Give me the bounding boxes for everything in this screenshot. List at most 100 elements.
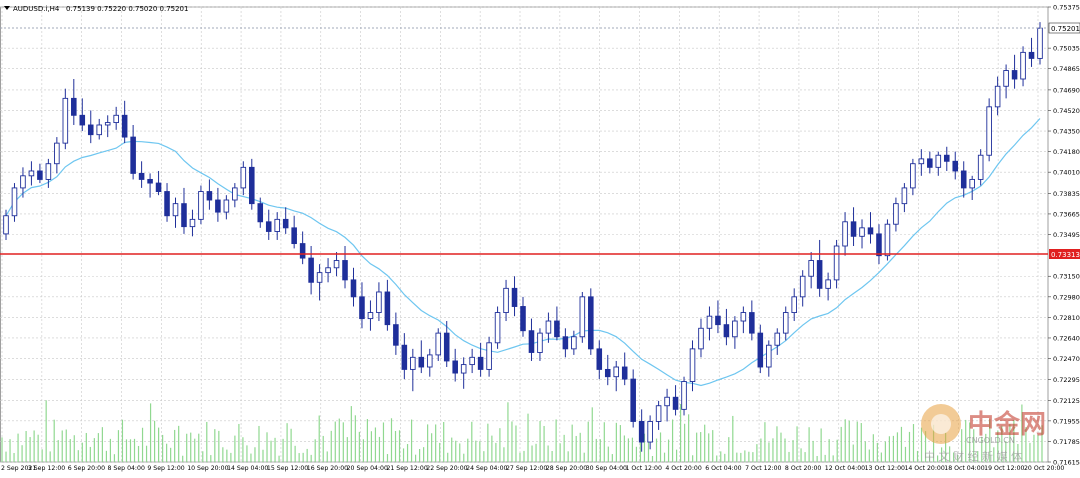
candle-body[interactable] — [952, 160, 959, 172]
candle-body[interactable] — [113, 114, 119, 124]
candle-body[interactable] — [206, 191, 213, 201]
candle-body[interactable] — [977, 154, 984, 180]
candle-body[interactable] — [723, 324, 730, 338]
candle-body[interactable] — [554, 320, 560, 338]
candle-body[interactable] — [791, 296, 797, 314]
candle-body[interactable] — [918, 158, 925, 165]
candle-body[interactable] — [732, 320, 738, 338]
candle-body[interactable] — [410, 356, 416, 370]
candle-body[interactable] — [401, 344, 408, 370]
candle-body[interactable] — [79, 114, 86, 126]
candle-body[interactable] — [418, 356, 425, 368]
candle-body[interactable] — [503, 287, 509, 314]
candle-body[interactable] — [333, 260, 340, 269]
candle-body[interactable] — [393, 324, 399, 346]
candle-body[interactable] — [87, 124, 94, 136]
candle-body[interactable] — [28, 170, 35, 177]
candle-body[interactable] — [460, 364, 467, 374]
candle-body[interactable] — [3, 215, 9, 235]
candle-body[interactable] — [181, 203, 187, 228]
candle-body[interactable] — [621, 366, 628, 380]
candle-body[interactable] — [291, 227, 297, 245]
candle-body[interactable] — [596, 348, 603, 370]
candle-body[interactable] — [893, 203, 899, 225]
candle-body[interactable] — [138, 172, 145, 180]
candle-body[interactable] — [638, 421, 645, 443]
candle-body[interactable] — [384, 291, 391, 326]
candle-body[interactable] — [164, 191, 170, 217]
candle-body[interactable] — [884, 223, 891, 257]
candle-body[interactable] — [477, 356, 484, 370]
candle-body[interactable] — [927, 158, 933, 168]
candle-body[interactable] — [876, 233, 882, 257]
candle-body[interactable] — [833, 245, 840, 281]
candle-body[interactable] — [376, 291, 382, 314]
candle-body[interactable] — [469, 356, 475, 366]
trading-chart-window[interactable]: 中金网 CNGOLD.CN 中 文 财 经 新 媒 体 0.75375 0.750… — [0, 0, 1080, 474]
candle-body[interactable] — [511, 287, 518, 307]
candle-body[interactable] — [223, 199, 230, 213]
candle-body[interactable] — [571, 336, 577, 350]
candle-body[interactable] — [494, 312, 501, 344]
candle-body[interactable] — [121, 114, 128, 138]
candle-body[interactable] — [520, 306, 526, 332]
price-chart[interactable]: 中金网 CNGOLD.CN 中 文 财 经 新 媒 体 0.75375 0.750… — [0, 0, 1080, 474]
candle-body[interactable] — [749, 312, 755, 334]
candle-body[interactable] — [588, 296, 594, 350]
candle-body[interactable] — [45, 163, 52, 180]
candle-body[interactable] — [689, 348, 696, 382]
candle-body[interactable] — [172, 203, 179, 217]
candle-body[interactable] — [842, 221, 848, 247]
candle-body[interactable] — [486, 342, 492, 370]
candle-body[interactable] — [11, 187, 18, 217]
candle-body[interactable] — [757, 332, 764, 368]
candle-body[interactable] — [342, 260, 348, 281]
candle-body[interactable] — [198, 191, 204, 220]
candle-body[interactable] — [799, 275, 806, 298]
candle-body[interactable] — [994, 85, 1001, 108]
candle-body[interactable] — [782, 312, 789, 334]
candle-body[interactable] — [257, 203, 264, 223]
candle-body[interactable] — [265, 221, 272, 232]
candle-body[interactable] — [613, 366, 620, 378]
candle-body[interactable] — [630, 378, 636, 422]
candle-body[interactable] — [604, 368, 611, 378]
candle-body[interactable] — [528, 330, 535, 353]
candle-body[interactable] — [443, 332, 450, 362]
candle-body[interactable] — [240, 166, 247, 189]
candle-body[interactable] — [147, 178, 153, 184]
candle-body[interactable] — [54, 142, 60, 165]
candle-body[interactable] — [647, 421, 653, 443]
candle-body[interactable] — [104, 122, 111, 126]
candle-body[interactable] — [672, 396, 679, 410]
candle-body[interactable] — [1011, 70, 1018, 80]
candle-body[interactable] — [452, 360, 458, 374]
candle-body[interactable] — [71, 97, 77, 116]
candle-body[interactable] — [681, 381, 687, 410]
candle-body[interactable] — [850, 221, 857, 237]
candle-body[interactable] — [1003, 70, 1009, 87]
candle-body[interactable] — [426, 354, 433, 368]
candle-body[interactable] — [37, 170, 43, 180]
candle-body[interactable] — [299, 243, 306, 259]
candle-body[interactable] — [367, 312, 374, 320]
candle-body[interactable] — [545, 320, 552, 334]
candle-body[interactable] — [62, 97, 69, 144]
candle-body[interactable] — [867, 227, 874, 235]
candle-body[interactable] — [20, 175, 26, 189]
candle-body[interactable] — [359, 296, 365, 320]
candle-body[interactable] — [274, 218, 280, 232]
candle-body[interactable] — [706, 315, 713, 329]
candle-body[interactable] — [740, 312, 747, 322]
candle-body[interactable] — [774, 332, 781, 346]
candle-body[interactable] — [350, 279, 357, 298]
candle-body[interactable] — [825, 279, 831, 289]
candle-body[interactable] — [325, 267, 331, 274]
candle-body[interactable] — [249, 166, 255, 205]
candle-body[interactable] — [808, 260, 814, 277]
candle-body[interactable] — [698, 327, 704, 350]
candle-body[interactable] — [859, 227, 865, 237]
candle-body[interactable] — [579, 296, 586, 338]
candle-body[interactable] — [130, 136, 136, 174]
candle-body[interactable] — [943, 154, 950, 162]
